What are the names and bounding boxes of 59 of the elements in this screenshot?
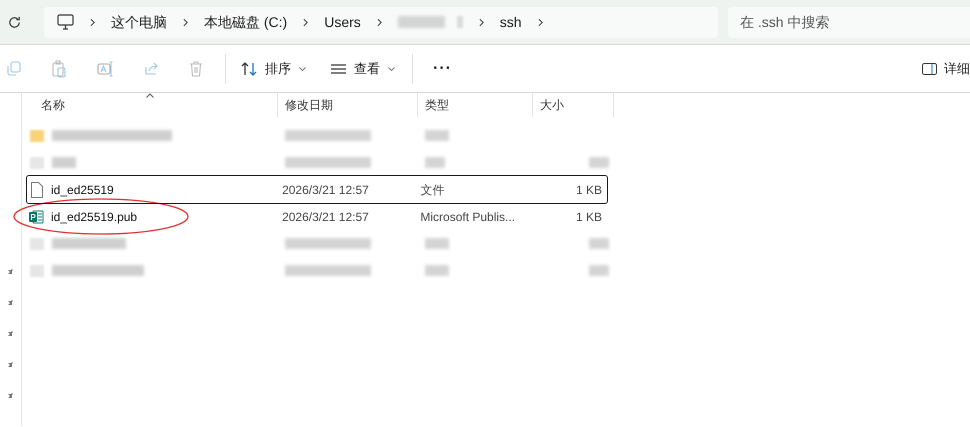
chevron-icon [183, 18, 188, 26]
chevron-icon [376, 18, 382, 26]
document-icon [30, 182, 42, 198]
refresh-icon[interactable] [7, 14, 22, 30]
breadcrumb-item[interactable]: 这个电脑 [111, 12, 167, 32]
redacted-icon [30, 238, 44, 250]
redacted-text [425, 130, 449, 141]
publisher-file-icon [29, 210, 44, 224]
redacted-icon [30, 264, 44, 276]
folder-icon [30, 130, 44, 142]
pin-icon[interactable] [7, 392, 14, 399]
redacted-text [589, 265, 609, 276]
breadcrumb-item[interactable]: Users [324, 12, 361, 32]
pin-icon[interactable] [7, 330, 14, 337]
redacted-icon [30, 156, 44, 168]
redacted-text [52, 157, 76, 168]
view-button[interactable]: 查看 [331, 54, 395, 84]
chevron-icon [388, 66, 395, 70]
redacted-text [425, 157, 445, 168]
pin-icon[interactable] [7, 268, 14, 275]
size-cell: 1 KB [576, 210, 602, 224]
breadcrumb-item[interactable]: ssh [500, 12, 522, 32]
computer-icon [57, 14, 74, 30]
chevron-icon [538, 18, 543, 26]
column-header[interactable]: 类型 [418, 93, 533, 117]
details-button[interactable]: 详细 [922, 54, 970, 84]
file-name: id_ed25519 [51, 182, 114, 196]
chevron-icon [478, 18, 484, 26]
address-bar[interactable]: 这个电脑 本地磁盘 (C:) Users ssh [44, 6, 718, 38]
redacted-text [589, 157, 609, 168]
column-header[interactable]: 修改日期 [278, 93, 418, 117]
details-pane-icon [922, 62, 937, 74]
more-button[interactable]: ··· [433, 54, 452, 84]
chevron-icon [90, 18, 95, 26]
sort-icon [241, 62, 257, 76]
size-cell: 1 KB [576, 182, 602, 196]
redacted-text [425, 265, 449, 276]
redacted-text [425, 238, 449, 249]
rename-icon[interactable] [97, 60, 114, 76]
date-cell: 2026/3/21 12:57 [282, 182, 369, 196]
type-cell: Microsoft Publis... [420, 210, 516, 224]
redacted-text [456, 16, 463, 28]
breadcrumb-item[interactable]: 本地磁盘 (C:) [204, 12, 288, 32]
column-header[interactable]: 大小 [533, 93, 614, 117]
date-cell: 2026/3/21 12:57 [282, 210, 369, 224]
file-row[interactable]: id_ed25519.pub 2026/3/21 12:57 Microsoft Publis... 1 KB [27, 203, 607, 230]
search-field[interactable]: 在 .ssh 中搜索 [728, 6, 970, 38]
redacted-text [589, 238, 609, 249]
column-header[interactable]: 名称 [22, 93, 278, 117]
sort-button[interactable]: 排序 [241, 54, 306, 84]
list-icon [331, 64, 346, 74]
chevron-icon [299, 66, 306, 70]
redacted-text [398, 16, 445, 28]
file-row[interactable]: id_ed25519 2026/3/21 12:57 文件 1 KB [27, 176, 607, 203]
type-cell: 文件 [420, 182, 444, 196]
pin-icon[interactable] [7, 361, 14, 368]
file-name: id_ed25519.pub [51, 210, 138, 224]
pin-icon[interactable] [7, 299, 14, 306]
chevron-icon [303, 18, 308, 26]
